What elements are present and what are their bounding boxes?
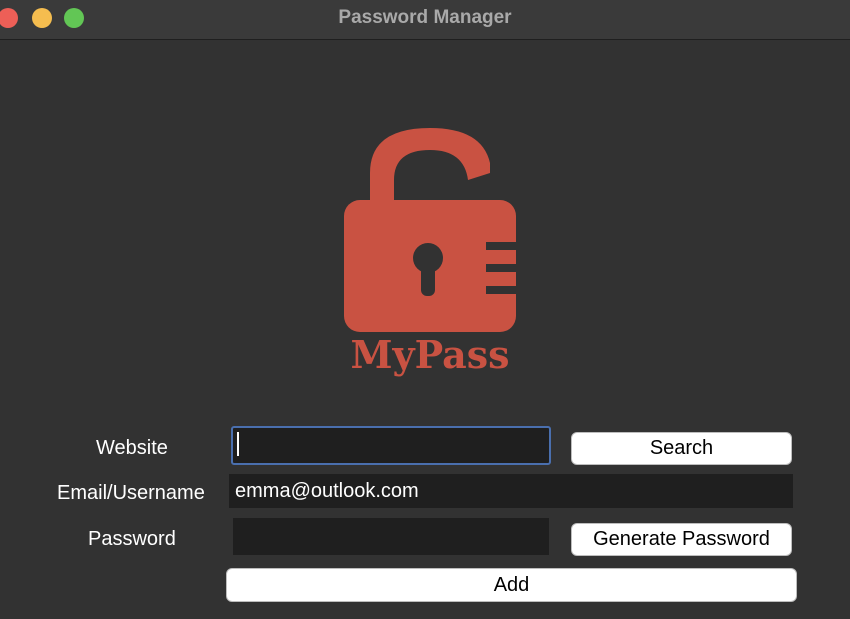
add-button[interactable]: Add bbox=[226, 568, 797, 602]
email-label: Email/Username bbox=[57, 482, 205, 504]
text-caret bbox=[237, 431, 239, 456]
password-input[interactable] bbox=[233, 518, 549, 555]
email-value: emma@outlook.com bbox=[235, 480, 419, 502]
password-label: Password bbox=[88, 528, 176, 550]
website-label: Website bbox=[96, 437, 168, 459]
window-title: Password Manager bbox=[338, 7, 512, 28]
logo-text: MyPass bbox=[350, 332, 509, 377]
generate-password-button[interactable]: Generate Password bbox=[571, 523, 792, 556]
search-button[interactable]: Search bbox=[571, 432, 792, 465]
title-bar: Password Manager bbox=[0, 0, 850, 40]
email-input[interactable]: emma@outlook.com bbox=[229, 474, 793, 508]
website-input[interactable] bbox=[231, 426, 551, 465]
padlock-logo-icon: MyPass bbox=[344, 128, 518, 377]
